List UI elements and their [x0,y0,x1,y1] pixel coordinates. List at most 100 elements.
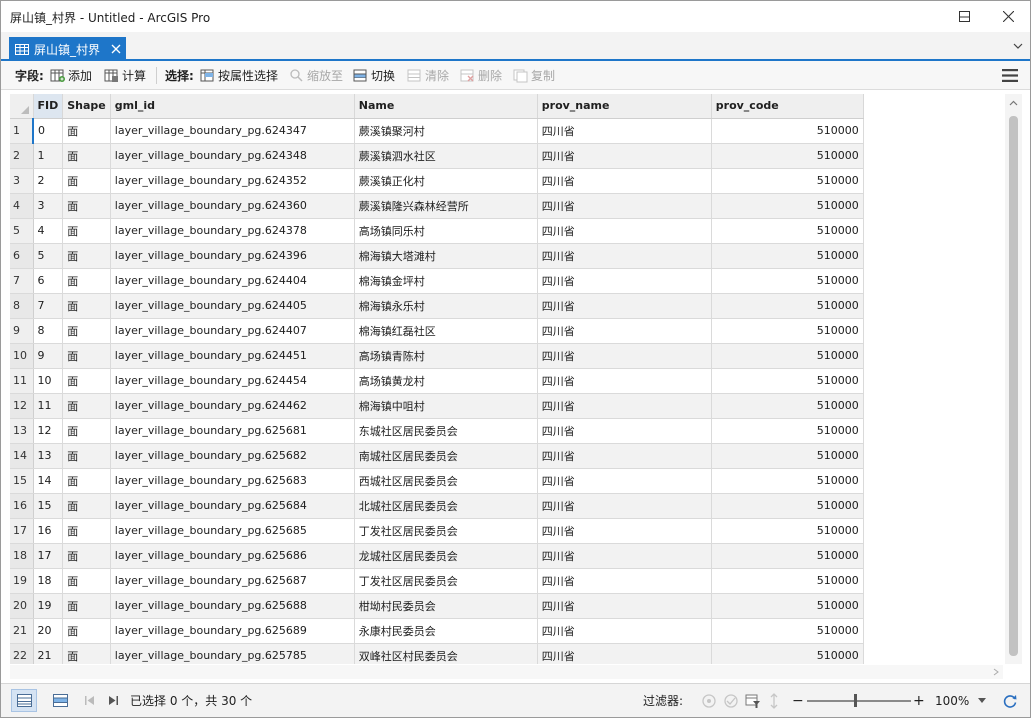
prov-name-cell[interactable]: 四川省 [537,143,712,169]
fid-cell[interactable]: 18 [33,568,64,594]
gml-id-cell[interactable]: layer_village_boundary_pg.625687 [110,568,355,594]
gml-id-cell[interactable]: layer_village_boundary_pg.624352 [110,168,355,194]
refresh-button[interactable] [997,689,1023,712]
prov-code-cell[interactable]: 510000 [711,168,864,194]
vertical-scrollbar[interactable] [1005,94,1022,664]
table-row[interactable]: 17 16 面 layer_village_boundary_pg.625685 丁发社… [10,518,864,544]
clear-selection-button[interactable]: 清除 [407,61,449,90]
table-row[interactable]: 5 4 面 layer_village_boundary_pg.624378 高场镇同乐… [10,218,864,244]
fid-cell[interactable]: 21 [33,643,64,664]
shape-cell[interactable]: 面 [62,468,111,494]
shape-cell[interactable]: 面 [62,618,111,644]
prov-name-cell[interactable]: 四川省 [537,593,712,619]
row-number-cell[interactable]: 9 [10,318,34,344]
zoom-dropdown[interactable] [978,684,986,717]
prov-code-cell[interactable]: 510000 [711,243,864,269]
shape-cell[interactable]: 面 [62,568,111,594]
close-window-button[interactable] [985,1,1030,32]
table-row[interactable]: 7 6 面 layer_village_boundary_pg.624404 棉海镇金坪… [10,268,864,294]
prov-name-cell[interactable]: 四川省 [537,318,712,344]
copy-selection-button[interactable]: 复制 [513,61,555,90]
delete-selection-button[interactable]: 删除 [460,61,502,90]
next-record-button[interactable] [100,689,126,712]
fid-cell[interactable]: 0 [32,118,64,144]
column-header-name[interactable]: Name [354,94,538,119]
prov-code-cell[interactable]: 510000 [711,468,864,494]
prov-code-cell[interactable]: 510000 [711,393,864,419]
name-cell[interactable]: 棉海镇金坪村 [354,268,538,294]
prov-code-cell[interactable]: 510000 [711,443,864,469]
column-header-shape[interactable]: Shape [62,94,111,119]
prov-code-cell[interactable]: 510000 [711,193,864,219]
name-cell[interactable]: 棉海镇中咀村 [354,393,538,419]
gml-id-cell[interactable]: layer_village_boundary_pg.624348 [110,143,355,169]
name-cell[interactable]: 龙城社区居民委员会 [354,543,538,569]
prov-name-cell[interactable]: 四川省 [537,243,712,269]
name-cell[interactable]: 高场镇黄龙村 [354,368,538,394]
prov-code-cell[interactable]: 510000 [711,268,864,294]
prov-code-cell[interactable]: 510000 [711,643,864,664]
shape-cell[interactable]: 面 [62,518,111,544]
select-by-attribute-button[interactable]: 按属性选择 [200,61,278,90]
name-cell[interactable]: 西城社区居民委员会 [354,468,538,494]
table-row[interactable]: 1 0 面 layer_village_boundary_pg.624347 蕨溪镇聚河… [10,118,864,144]
shape-cell[interactable]: 面 [62,543,111,569]
prov-code-cell[interactable]: 510000 [711,143,864,169]
shape-cell[interactable]: 面 [62,493,111,519]
column-header-prov-code[interactable]: prov_code [711,94,864,119]
fid-cell[interactable]: 7 [33,293,64,319]
name-cell[interactable]: 双峰社区村民委员会 [354,643,538,664]
row-number-cell[interactable]: 8 [10,293,34,319]
table-row[interactable]: 15 14 面 layer_village_boundary_pg.625683 西城社… [10,468,864,494]
fid-cell[interactable]: 14 [33,468,64,494]
row-number-cell[interactable]: 20 [10,593,34,619]
fid-cell[interactable]: 16 [33,518,64,544]
name-cell[interactable]: 蕨溪镇泗水社区 [354,143,538,169]
gml-id-cell[interactable]: layer_village_boundary_pg.624462 [110,393,355,419]
fid-cell[interactable]: 19 [33,593,64,619]
menu-icon[interactable] [1002,69,1018,82]
shape-cell[interactable]: 面 [62,593,111,619]
name-cell[interactable]: 高场镇青陈村 [354,343,538,369]
name-cell[interactable]: 蕨溪镇正化村 [354,168,538,194]
row-number-cell[interactable]: 15 [10,468,34,494]
name-cell[interactable]: 蕨溪镇聚河村 [354,118,538,144]
maximize-button[interactable] [941,1,987,32]
prov-name-cell[interactable]: 四川省 [537,568,712,594]
table-row[interactable]: 21 20 面 layer_village_boundary_pg.625689 永康村… [10,618,864,644]
gml-id-cell[interactable]: layer_village_boundary_pg.624378 [110,218,355,244]
gml-id-cell[interactable]: layer_village_boundary_pg.625785 [110,643,355,664]
prov-code-cell[interactable]: 510000 [711,593,864,619]
fid-cell[interactable]: 11 [33,393,64,419]
prov-code-cell[interactable]: 510000 [711,518,864,544]
prov-code-cell[interactable]: 510000 [711,218,864,244]
horizontal-scrollbar[interactable] [10,665,1003,679]
row-number-cell[interactable]: 13 [10,418,34,444]
gml-id-cell[interactable]: layer_village_boundary_pg.624404 [110,268,355,294]
table-row[interactable]: 13 12 面 layer_village_boundary_pg.625681 东城社… [10,418,864,444]
fid-cell[interactable]: 5 [33,243,64,269]
scroll-right-icon[interactable] [992,668,1000,676]
row-number-cell[interactable]: 5 [10,218,34,244]
shape-cell[interactable]: 面 [62,118,111,144]
name-cell[interactable]: 丁发社区居民委员会 [354,568,538,594]
tab-attribute-table[interactable]: 屏山镇_村界 [9,37,126,61]
name-cell[interactable]: 东城社区居民委员会 [354,418,538,444]
fid-cell[interactable]: 10 [33,368,64,394]
name-cell[interactable]: 高场镇同乐村 [354,218,538,244]
shape-cell[interactable]: 面 [62,243,111,269]
shape-cell[interactable]: 面 [62,393,111,419]
scroll-up-icon[interactable] [1009,99,1018,108]
row-number-cell[interactable]: 2 [10,143,34,169]
fid-cell[interactable]: 15 [33,493,64,519]
table-row[interactable]: 12 11 面 layer_village_boundary_pg.624462 棉海镇… [10,393,864,419]
gml-id-cell[interactable]: layer_village_boundary_pg.625682 [110,443,355,469]
gml-id-cell[interactable]: layer_village_boundary_pg.624360 [110,193,355,219]
gml-id-cell[interactable]: layer_village_boundary_pg.625689 [110,618,355,644]
prov-name-cell[interactable]: 四川省 [537,193,712,219]
prov-name-cell[interactable]: 四川省 [537,118,712,144]
prov-name-cell[interactable]: 四川省 [537,343,712,369]
prov-code-cell[interactable]: 510000 [711,543,864,569]
shape-cell[interactable]: 面 [62,143,111,169]
fid-cell[interactable]: 8 [33,318,64,344]
